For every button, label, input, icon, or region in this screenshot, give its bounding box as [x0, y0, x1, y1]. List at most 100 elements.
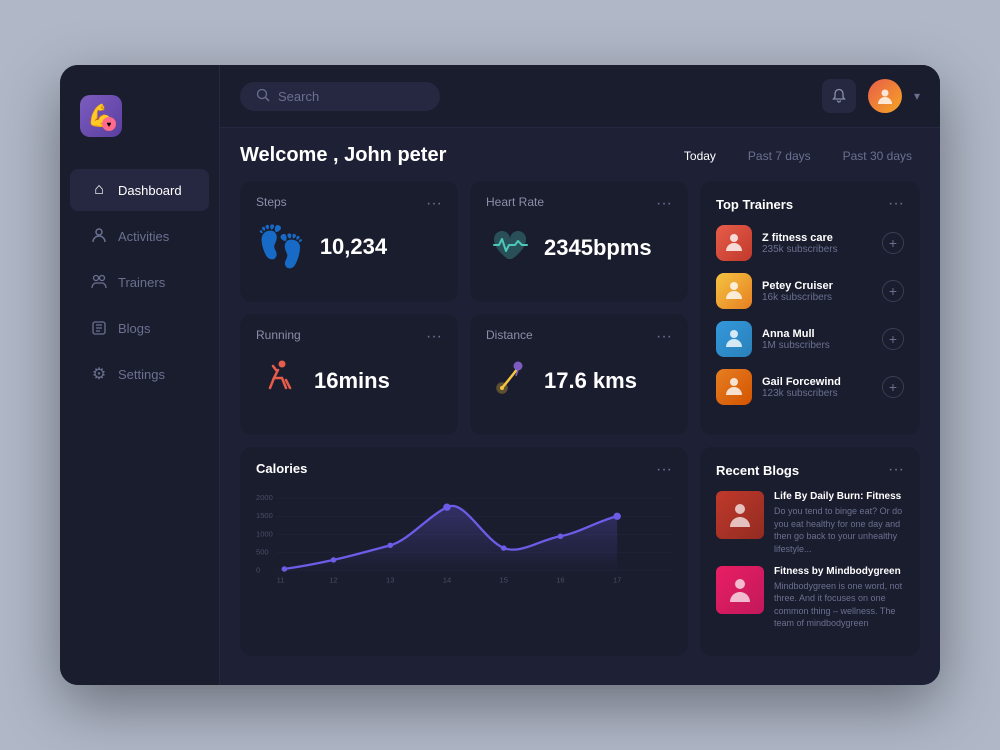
- logo-heart-badge: ♥: [102, 117, 116, 131]
- svg-text:15: 15: [500, 576, 508, 585]
- avatar-chevron-icon[interactable]: ▾: [914, 89, 920, 103]
- trainer-add-button-1[interactable]: +: [882, 232, 904, 254]
- time-filters: Today Past 7 days Past 30 days: [676, 145, 920, 167]
- trainer-item: Anna Mull 1M subscribers +: [716, 321, 904, 357]
- steps-label: Steps: [256, 195, 287, 209]
- trainer-info-4: Gail Forcewind 123k subscribers: [762, 376, 872, 399]
- sidebar-item-settings[interactable]: ⚙ Settings: [70, 353, 209, 395]
- calories-menu-icon[interactable]: ···: [656, 461, 672, 479]
- sidebar-item-trainers[interactable]: Trainers: [70, 261, 209, 303]
- blog-desc-1: Do you tend to binge eat? Or do you eat …: [774, 505, 904, 555]
- blogs-panel: Recent Blogs ··· Life By Daily Burn: F: [700, 447, 920, 656]
- notifications-button[interactable]: [822, 79, 856, 113]
- trainer-name-1: Z fitness care: [762, 232, 872, 244]
- sidebar-item-dashboard[interactable]: ⌂ Dashboard: [70, 169, 209, 211]
- card-header: Steps ···: [256, 195, 442, 213]
- trainer-avatar-4: [716, 369, 752, 405]
- running-menu-icon[interactable]: ···: [426, 328, 442, 346]
- distance-label: Distance: [486, 328, 533, 342]
- blogs-title: Recent Blogs: [716, 463, 799, 478]
- sidebar-item-label: Blogs: [118, 321, 151, 336]
- trainer-subs-4: 123k subscribers: [762, 388, 872, 399]
- blogs-menu-icon[interactable]: ···: [888, 461, 904, 479]
- blog-content-1: Life By Daily Burn: Fitness Do you tend …: [774, 491, 904, 555]
- calories-label: Calories: [256, 461, 307, 476]
- blog-item-1: Life By Daily Burn: Fitness Do you tend …: [716, 491, 904, 555]
- blog-desc-2: Mindbodygreen is one word, not three. An…: [774, 580, 904, 630]
- trainer-subs-1: 235k subscribers: [762, 244, 872, 255]
- steps-menu-icon[interactable]: ···: [426, 195, 442, 213]
- home-icon: ⌂: [90, 181, 108, 199]
- trainer-info-2: Petey Cruiser 16k subscribers: [762, 280, 872, 303]
- svg-text:2000: 2000: [256, 493, 273, 502]
- svg-text:14: 14: [443, 576, 451, 585]
- distance-card: Distance ···: [470, 314, 688, 435]
- activities-icon: [90, 227, 108, 245]
- heart-rate-menu-icon[interactable]: ···: [656, 195, 672, 213]
- heart-rate-body: 2345bpms: [486, 223, 672, 272]
- blogs-icon: [90, 319, 108, 337]
- trainer-subs-2: 16k subscribers: [762, 292, 872, 303]
- trainer-name-4: Gail Forcewind: [762, 376, 872, 388]
- filter-30days[interactable]: Past 30 days: [835, 145, 920, 167]
- distance-menu-icon[interactable]: ···: [656, 328, 672, 346]
- trainer-info-3: Anna Mull 1M subscribers: [762, 328, 872, 351]
- trainer-name-3: Anna Mull: [762, 328, 872, 340]
- filter-today[interactable]: Today: [676, 145, 724, 167]
- trainers-panel: Top Trainers ··· Z fitness care: [700, 181, 920, 435]
- card-header: Distance ···: [486, 328, 672, 346]
- blog-thumb-1: [716, 491, 764, 539]
- distance-body: 17.6 kms: [486, 356, 672, 405]
- running-value: 16mins: [314, 368, 390, 394]
- trainer-add-button-3[interactable]: +: [882, 328, 904, 350]
- header: Search ▾: [220, 65, 940, 128]
- search-placeholder: Search: [278, 89, 319, 104]
- svg-text:13: 13: [386, 576, 394, 585]
- sidebar: 💪 ♥ ⌂ Dashboard Activities: [60, 65, 220, 685]
- blog-thumb-2: [716, 566, 764, 614]
- page-header: Welcome , John peter Today Past 7 days P…: [240, 144, 920, 167]
- heart-rate-value: 2345bpms: [544, 235, 652, 261]
- logo-area: 💪 ♥: [60, 85, 219, 167]
- svg-text:0: 0: [256, 566, 260, 575]
- page-content: Welcome , John peter Today Past 7 days P…: [220, 128, 940, 685]
- sidebar-item-label: Activities: [118, 229, 169, 244]
- distance-icon: [486, 356, 530, 405]
- trainer-name-2: Petey Cruiser: [762, 280, 872, 292]
- trainer-info-1: Z fitness care 235k subscribers: [762, 232, 872, 255]
- heart-rate-card: Heart Rate ··· 2345bpms: [470, 181, 688, 302]
- trainers-menu-icon[interactable]: ···: [888, 195, 904, 213]
- search-bar[interactable]: Search: [240, 82, 440, 111]
- dashboard-grid: Steps ··· 👣 10,234 Heart Rate ···: [240, 181, 920, 656]
- trainer-item: Petey Cruiser 16k subscribers +: [716, 273, 904, 309]
- filter-7days[interactable]: Past 7 days: [740, 145, 819, 167]
- card-header: Running ···: [256, 328, 442, 346]
- settings-icon: ⚙: [90, 365, 108, 383]
- steps-body: 👣 10,234: [256, 223, 442, 270]
- search-icon: [256, 88, 270, 105]
- blog-title-2: Fitness by Mindbodygreen: [774, 566, 904, 577]
- trainer-item: Gail Forcewind 123k subscribers +: [716, 369, 904, 405]
- heart-rate-icon: [486, 223, 530, 272]
- sidebar-item-activities[interactable]: Activities: [70, 215, 209, 257]
- blogs-panel-header: Recent Blogs ···: [716, 461, 904, 479]
- blog-title-1: Life By Daily Burn: Fitness: [774, 491, 904, 502]
- svg-text:16: 16: [556, 576, 564, 585]
- blog-item-2: Fitness by Mindbodygreen Mindbodygreen i…: [716, 566, 904, 630]
- steps-value: 10,234: [320, 234, 387, 260]
- trainer-add-button-4[interactable]: +: [882, 376, 904, 398]
- running-label: Running: [256, 328, 301, 342]
- running-card: Running ··· 1: [240, 314, 458, 435]
- calories-card: Calories ··· 2000 1500 1000 500 0: [240, 447, 688, 656]
- sidebar-item-blogs[interactable]: Blogs: [70, 307, 209, 349]
- svg-text:11: 11: [277, 576, 285, 585]
- sidebar-item-label: Settings: [118, 367, 165, 382]
- header-right: ▾: [822, 79, 920, 113]
- user-avatar-button[interactable]: [868, 79, 902, 113]
- steps-card: Steps ··· 👣 10,234: [240, 181, 458, 302]
- heart-rate-label: Heart Rate: [486, 195, 544, 209]
- trainers-icon: [90, 273, 108, 291]
- trainer-subs-3: 1M subscribers: [762, 340, 872, 351]
- trainer-add-button-2[interactable]: +: [882, 280, 904, 302]
- distance-value: 17.6 kms: [544, 368, 637, 394]
